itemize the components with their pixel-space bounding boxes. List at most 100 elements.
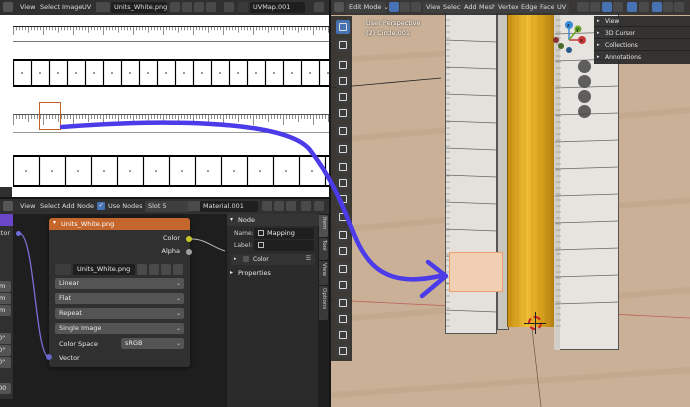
uvmap-icon bbox=[238, 2, 248, 12]
uv-menu-image[interactable]: Image bbox=[62, 0, 82, 15]
image-unlink-icon[interactable] bbox=[206, 2, 216, 12]
bevel-tool-icon[interactable] bbox=[336, 192, 350, 206]
camera-view-icon[interactable] bbox=[578, 90, 591, 103]
texture-strip-1 bbox=[13, 59, 329, 87]
image-browse-icon[interactable] bbox=[96, 2, 110, 12]
perspective-toggle-icon[interactable] bbox=[578, 105, 591, 118]
rotate-tool-icon[interactable] bbox=[336, 74, 350, 88]
xray-icon[interactable] bbox=[639, 2, 649, 12]
zoom-icon[interactable] bbox=[578, 60, 591, 73]
tab-tool[interactable]: Tool bbox=[319, 238, 328, 260]
smooth-tool-icon[interactable] bbox=[336, 278, 350, 292]
expand-chevron-icon: ▸ bbox=[597, 54, 600, 60]
selected-uv-island[interactable] bbox=[39, 102, 61, 130]
annotate-tool-icon[interactable] bbox=[336, 124, 350, 138]
3d-cursor-icon[interactable] bbox=[524, 312, 546, 334]
image-open-icon[interactable] bbox=[194, 2, 204, 12]
panel-annotations[interactable]: ▸ Annotations bbox=[594, 52, 690, 63]
image-name-field[interactable]: Units_White.png bbox=[111, 2, 167, 13]
shading-rendered-icon[interactable] bbox=[674, 2, 684, 12]
viewport-3d[interactable]: Edit Mode ⌄ View Select Add Mesh Vertex … bbox=[331, 0, 690, 407]
tab-item[interactable]: Item bbox=[319, 215, 328, 237]
node-editor: View Select Add Node ✓ Use Nodes Slot 5 … bbox=[0, 199, 330, 407]
selected-face[interactable] bbox=[449, 252, 503, 292]
inset-tool-icon[interactable] bbox=[336, 176, 350, 190]
vp-menu-uv[interactable]: UV bbox=[554, 2, 570, 13]
select-edge-icon[interactable] bbox=[400, 2, 410, 12]
uv-toolbar-edge bbox=[0, 15, 12, 197]
select-vertex-icon[interactable] bbox=[389, 2, 399, 12]
scale-tool-icon[interactable] bbox=[336, 90, 350, 104]
editor-type-icon[interactable] bbox=[3, 2, 13, 12]
area-divider-horizontal[interactable] bbox=[0, 197, 330, 199]
spin-tool-icon[interactable] bbox=[336, 262, 350, 276]
edge-slide-tool-icon[interactable] bbox=[336, 296, 350, 310]
select-face-icon[interactable] bbox=[411, 2, 421, 12]
node-name-field[interactable]: Mapping bbox=[254, 228, 314, 239]
properties-panel-header[interactable]: ▸ Properties bbox=[227, 267, 319, 279]
snap-icon[interactable] bbox=[602, 2, 612, 12]
measure-tool-icon[interactable] bbox=[336, 142, 350, 156]
image-new-icon[interactable] bbox=[182, 2, 192, 12]
viewport-sidebar: ▸ View ▸ 3D Cursor ▸ Collections ▸ Annotatio… bbox=[594, 16, 690, 64]
transform-tool-icon[interactable] bbox=[336, 106, 350, 120]
expand-chevron-icon: ▸ bbox=[597, 42, 600, 48]
texture-hline-2 bbox=[13, 132, 329, 133]
pivot-icon[interactable] bbox=[590, 2, 600, 12]
shear-tool-icon[interactable] bbox=[336, 328, 350, 342]
tab-view[interactable]: View bbox=[319, 261, 328, 285]
image-fake-user-icon[interactable] bbox=[170, 2, 180, 12]
tab-options[interactable]: Options bbox=[319, 286, 328, 320]
node-panel-header[interactable]: ▾ Node bbox=[227, 214, 319, 226]
proportional-edit-icon[interactable] bbox=[613, 2, 623, 12]
strip-1-cells bbox=[13, 59, 329, 87]
node-label-field[interactable] bbox=[254, 240, 314, 251]
uvmap-field[interactable]: UVMap.001 bbox=[250, 2, 305, 13]
extrude-tool-icon[interactable] bbox=[336, 160, 350, 174]
rip-tool-icon[interactable] bbox=[336, 344, 350, 358]
panel-collections[interactable]: ▸ Collections bbox=[594, 40, 690, 51]
color-subpanel[interactable]: ▸ Color ☰ bbox=[231, 254, 315, 265]
navigation-gizmo[interactable]: z y x bbox=[549, 18, 589, 58]
poly-build-tool-icon[interactable] bbox=[336, 244, 350, 258]
pan-hand-icon[interactable] bbox=[578, 75, 591, 88]
viewport-header: Edit Mode ⌄ View Select Add Mesh Vertex … bbox=[331, 0, 690, 15]
pin-icon[interactable] bbox=[224, 2, 234, 12]
overlay-icon[interactable] bbox=[627, 2, 637, 12]
uv-menu-view[interactable]: View bbox=[20, 0, 35, 15]
mode-selector[interactable]: Edit Mode ⌄ bbox=[346, 2, 389, 13]
shading-solid-icon[interactable] bbox=[652, 2, 662, 12]
uv-menu-uv[interactable]: UV bbox=[82, 0, 91, 15]
move-tool-icon[interactable] bbox=[336, 58, 350, 72]
list-icon[interactable]: ☰ bbox=[306, 255, 311, 262]
select-box-tool-icon[interactable] bbox=[336, 20, 350, 34]
texture-hline-1 bbox=[13, 41, 329, 42]
knife-tool-icon[interactable] bbox=[336, 228, 350, 242]
node-sidebar: ▾ Node Name: Mapping Label: ▸ Color ☰ ▸ … bbox=[226, 214, 319, 407]
texture-strip-2 bbox=[13, 155, 329, 187]
panel-3d-cursor[interactable]: ▸ 3D Cursor bbox=[594, 28, 690, 39]
node-label-icon bbox=[258, 242, 264, 248]
area-divider-vertical[interactable] bbox=[329, 0, 331, 407]
uv-menu-select[interactable]: Select bbox=[40, 0, 60, 15]
expand-chevron-icon: ▸ bbox=[597, 30, 600, 36]
loop-cut-tool-icon[interactable] bbox=[336, 210, 350, 224]
uv-image-canvas[interactable] bbox=[0, 15, 330, 197]
uv-corner-label bbox=[0, 187, 12, 197]
texture-ruler-top bbox=[13, 26, 329, 35]
shading-material-icon[interactable] bbox=[663, 2, 673, 12]
uv-editor: View Select Image UV Units_White.png UVM… bbox=[0, 0, 330, 197]
uv-display-icon[interactable] bbox=[314, 2, 324, 12]
shrink-tool-icon[interactable] bbox=[336, 312, 350, 326]
properties-section-title: Properties bbox=[238, 269, 271, 277]
transform-orientation-icon[interactable] bbox=[577, 2, 589, 12]
viewport-editor-type-icon[interactable] bbox=[334, 2, 344, 12]
view-perspective-label: User Perspective bbox=[366, 19, 421, 27]
expand-chevron-icon: ▸ bbox=[234, 256, 237, 262]
cursor-tool-icon[interactable] bbox=[336, 38, 350, 52]
panel-view[interactable]: ▸ View bbox=[594, 16, 690, 27]
active-object-label: (2) Circle.001 bbox=[366, 29, 410, 37]
node-label-label: Label: bbox=[234, 242, 253, 249]
svg-text:y: y bbox=[576, 27, 579, 33]
use-color-checkbox[interactable] bbox=[243, 256, 249, 262]
